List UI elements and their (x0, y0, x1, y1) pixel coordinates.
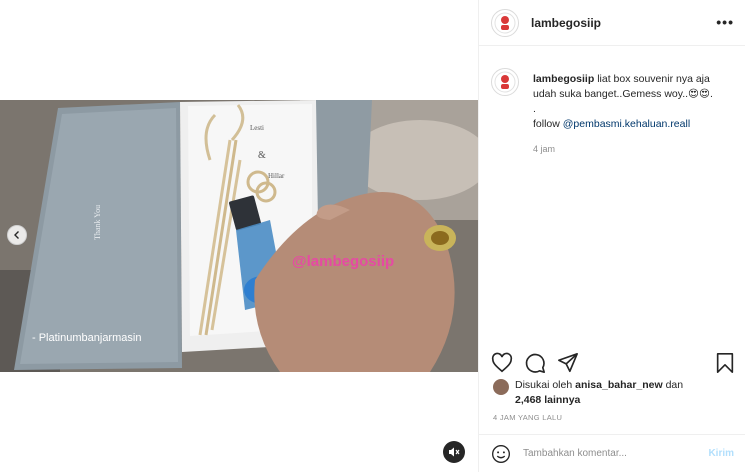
likes-summary: Disukai oleh anisa_bahar_new dan 2,468 l… (493, 378, 683, 408)
avatar[interactable] (491, 8, 519, 37)
post-media: Thank You Lesti & Hillar @lambegosiip - … (0, 0, 478, 472)
post-timestamp[interactable]: 4 JAM YANG LALU (493, 413, 562, 422)
post-comment-button[interactable]: Kirim (708, 448, 734, 459)
likes-count[interactable]: 2,468 lainnya (515, 394, 580, 406)
video-player[interactable]: Thank You Lesti & Hillar @lambegosiip - … (0, 100, 478, 372)
profile-logo-icon (494, 71, 516, 93)
overlay-caption: - Platinumbanjarmasin (32, 332, 141, 344)
comment-input[interactable] (523, 448, 693, 459)
caption-mention-link[interactable]: @pembasmi.kehaluan.reall (563, 118, 690, 130)
comment-bubble-icon[interactable] (524, 352, 546, 374)
caption: lambegosiip liat box souvenir nya aja ud… (491, 68, 741, 157)
caption-username[interactable]: lambegosiip (533, 73, 594, 85)
bookmark-icon[interactable] (714, 352, 736, 374)
profile-logo-icon (494, 12, 516, 33)
liker-username[interactable]: anisa_bahar_new (575, 379, 663, 391)
caption-follow-prefix: follow (533, 118, 563, 130)
video-frame: Thank You Lesti & Hillar @lambegosiip - … (0, 100, 478, 372)
card-amp: & (258, 150, 266, 161)
box-lid-text: Thank You (93, 205, 102, 240)
muted-speaker-icon (449, 447, 460, 457)
likes-prefix: Disukai oleh (515, 379, 576, 391)
caption-timestamp[interactable]: 4 jam (533, 142, 733, 157)
post-sidebar: lambegosiip ••• lambegosiip liat box sou… (478, 0, 745, 472)
card-name-2: Hillar (268, 172, 285, 180)
caption-avatar[interactable] (491, 68, 519, 96)
post-header: lambegosiip ••• (479, 0, 745, 46)
comment-bar: Kirim (479, 434, 745, 472)
heart-icon[interactable] (491, 352, 513, 374)
more-options-icon[interactable]: ••• (716, 14, 734, 30)
smiley-icon[interactable] (491, 444, 511, 464)
action-bar (491, 352, 736, 374)
previous-media-button[interactable] (7, 225, 27, 245)
caption-body: lambegosiip liat box souvenir nya aja ud… (533, 72, 733, 157)
paper-plane-icon[interactable] (557, 352, 579, 374)
caption-dot: . (533, 103, 536, 115)
likes-middle: dan (662, 379, 684, 391)
mute-toggle-button[interactable] (443, 441, 465, 463)
watermark-text: @lambegosiip (292, 253, 394, 270)
liker-avatar[interactable] (493, 379, 509, 395)
post-username[interactable]: lambegosiip (531, 16, 601, 30)
likes-text: Disukai oleh anisa_bahar_new dan 2,468 l… (515, 378, 683, 408)
chevron-left-icon (14, 231, 19, 239)
card-name-1: Lesti (250, 124, 264, 132)
